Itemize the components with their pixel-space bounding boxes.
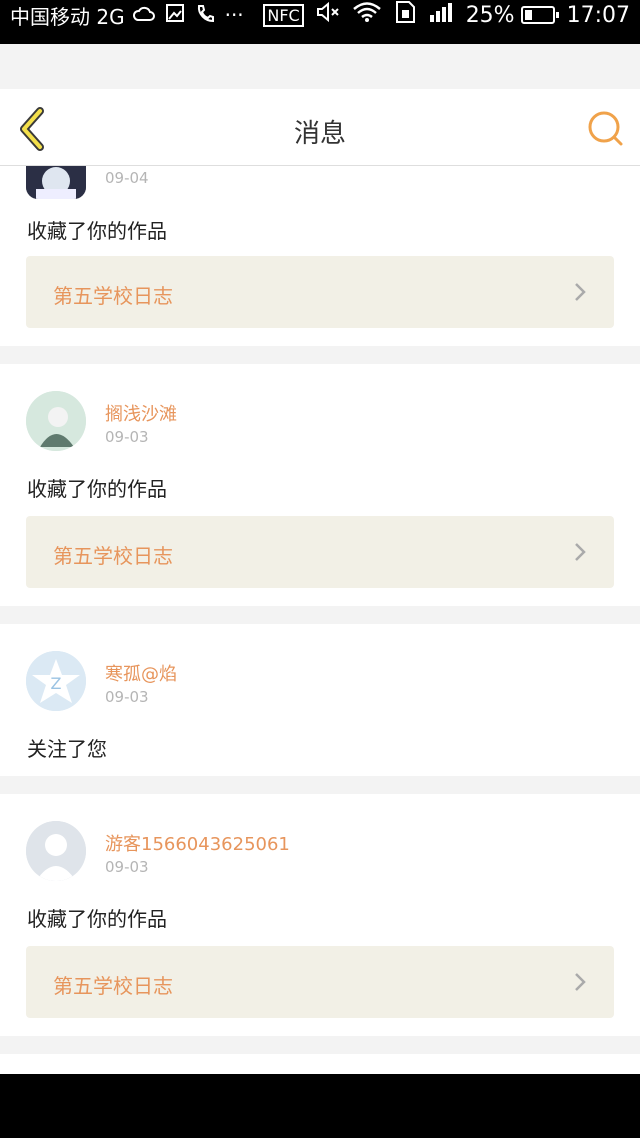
status-bar: 中国移动 2G ··· NFC 2G 25% 17:07 [0,0,640,44]
message-action: 收藏了你的作品 [27,907,167,931]
work-link[interactable]: 第五学校日志 [26,256,614,328]
search-icon [588,111,623,146]
clock-time: 17:07 [566,2,630,28]
app-screen: 消息 09-04 收藏了你的作品 第五学校日志 搁浅沙滩 09-03 收藏了你的… [0,44,640,1074]
nfc-icon: NFC [263,3,304,27]
message-action: 收藏了你的作品 [27,219,167,243]
message-card: Z 寒孤@焰 09-03 关注了您 [0,624,640,776]
cloud-icon [132,3,155,27]
avatar[interactable] [26,391,86,451]
signal-icon: 2G [428,1,454,29]
user-avatar-icon [26,391,86,451]
username[interactable]: 寒孤@焰 [105,660,177,686]
more-dots-icon: ··· [224,3,244,27]
carrier-label: 中国移动 2G [10,4,125,29]
image-icon [165,3,185,28]
message-date: 09-04 [105,169,149,187]
qzone-avatar-icon: Z [26,651,86,711]
avatar[interactable]: Z [26,651,86,711]
status-right: NFC 2G 25% 17:07 [251,0,630,30]
username[interactable]: 搁浅沙滩 [105,400,177,426]
battery-icon [520,6,559,24]
bottom-bar [0,1074,640,1138]
sim-icon [394,0,416,30]
message-card: 搁浅沙滩 09-03 收藏了你的作品 第五学校日志 [0,364,640,606]
message-card [0,1054,640,1074]
top-navigation-bar: 消息 [0,89,640,166]
avatar[interactable] [26,821,86,881]
work-title: 第五学校日志 [53,284,173,308]
chevron-right-icon [575,543,586,561]
phone-icon [195,3,215,28]
message-card: 游客1566043625061 09-03 收藏了你的作品 第五学校日志 [0,794,640,1036]
chevron-right-icon [575,973,586,991]
work-link[interactable]: 第五学校日志 [26,516,614,588]
page-title: 消息 [293,119,346,149]
battery-percent: 25% [465,2,515,28]
message-date: 09-03 [105,428,149,446]
message-date: 09-03 [105,688,149,706]
message-date: 09-03 [105,858,149,876]
work-link[interactable]: 第五学校日志 [26,946,614,1018]
search-button[interactable] [586,109,626,149]
svg-text:Z: Z [51,674,62,693]
message-action: 关注了您 [27,737,107,761]
username[interactable]: 游客1566043625061 [105,830,290,856]
chevron-right-icon [575,283,586,301]
default-user-icon [26,821,86,881]
mute-icon [316,1,340,29]
work-title: 第五学校日志 [53,974,173,998]
status-left: 中国移动 2G ··· [10,0,254,30]
wifi-icon [352,1,382,29]
work-title: 第五学校日志 [53,544,173,568]
message-action: 收藏了你的作品 [27,477,167,501]
